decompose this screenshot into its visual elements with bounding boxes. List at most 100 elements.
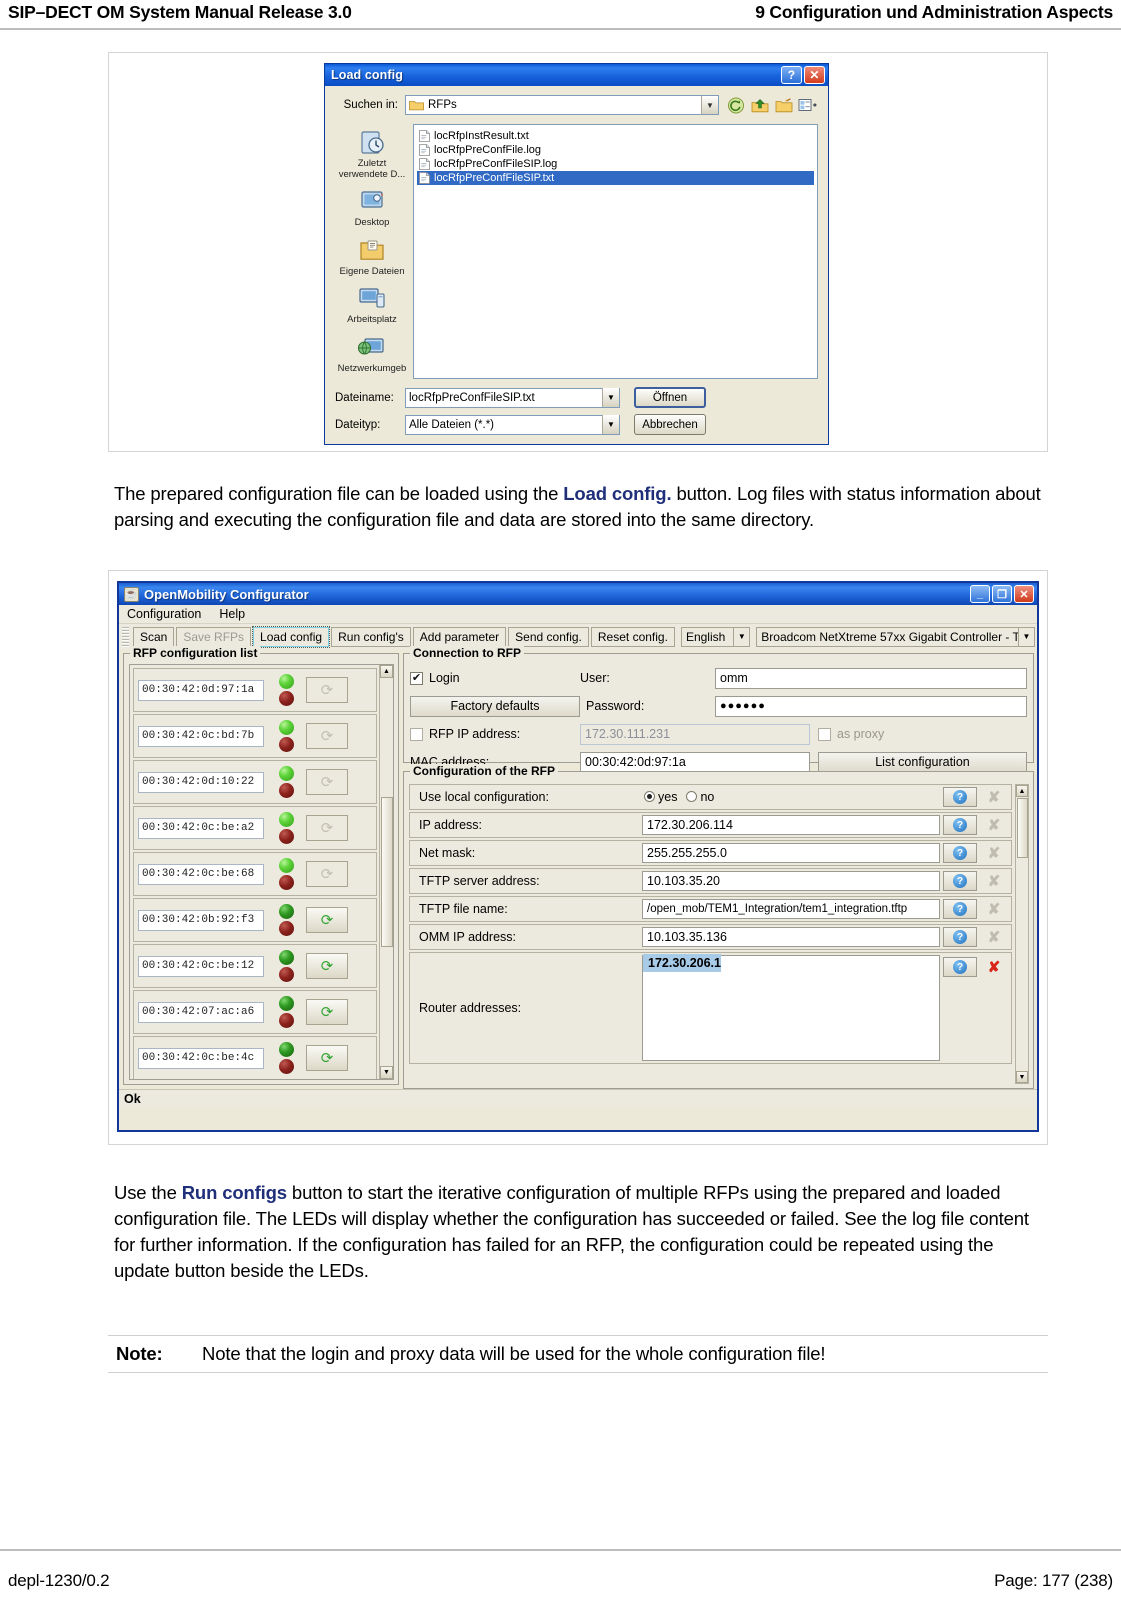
place-recent-documents[interactable]: Zuletzt verwendete D...	[336, 128, 408, 180]
rfp-row[interactable]: 00:30:42:0d:10:22 ⟳	[133, 760, 377, 804]
load-config-button[interactable]: Load config	[252, 625, 331, 648]
rfp-row[interactable]: 00:30:42:0c:be:a2 ⟳	[133, 806, 377, 850]
rfp-mac-field[interactable]: 00:30:42:0c:be:12	[138, 955, 264, 977]
router-address-item-selected[interactable]: 172.30.206.1	[643, 954, 721, 972]
rfp-row[interactable]: 00:30:42:07:ac:a6 ⟳	[133, 990, 377, 1034]
scrollbar-thumb[interactable]	[380, 797, 393, 947]
help-button[interactable]: ?	[943, 815, 977, 835]
chevron-down-icon[interactable]: ▼	[733, 627, 749, 646]
place-my-documents[interactable]: Eigene Dateien	[336, 236, 408, 278]
place-my-computer[interactable]: Arbeitsplatz	[336, 284, 408, 326]
scan-button[interactable]: Scan	[133, 626, 175, 647]
rfp-update-button[interactable]: ⟳	[306, 1045, 348, 1071]
open-button[interactable]: Öffnen	[634, 387, 706, 408]
login-checkbox[interactable]: ✔	[410, 671, 423, 685]
rfp-mac-field[interactable]: 00:30:42:0c:be:4c	[138, 1047, 264, 1069]
tftp-file-name-input[interactable]: /open_mob/TEM1_Integration/tem1_integrat…	[642, 899, 940, 919]
scroll-down-icon[interactable]: ▼	[1016, 1071, 1028, 1083]
as-proxy-checkbox[interactable]	[818, 727, 831, 741]
help-button[interactable]: ?	[943, 927, 977, 947]
rfp-mac-field[interactable]: 00:30:42:0d:10:22	[138, 771, 264, 793]
rfp-row[interactable]: 00:30:42:0d:97:1a ⟳	[133, 668, 377, 712]
toolbar-drag-handle[interactable]	[122, 626, 129, 647]
rfp-mac-field[interactable]: 00:30:42:07:ac:a6	[138, 1001, 264, 1023]
rfp-config-scrollbar[interactable]: ▲ ▼	[1015, 784, 1029, 1084]
maximize-button[interactable]: ❐	[992, 585, 1012, 603]
omm-ip-address-input[interactable]: 10.103.35.136	[642, 927, 940, 947]
add-parameter-button[interactable]: Add parameter	[412, 626, 507, 647]
factory-defaults-button[interactable]: Factory defaults	[410, 695, 580, 717]
send-config-button[interactable]: Send config.	[508, 626, 589, 647]
tftp-server-address-input[interactable]: 10.103.35.20	[642, 871, 940, 891]
login-checkbox-cell[interactable]: ✔ Login	[410, 671, 580, 685]
help-button[interactable]: ?	[943, 843, 977, 863]
chevron-down-icon[interactable]: ▼	[1018, 627, 1034, 646]
rfp-mac-field[interactable]: 00:30:42:0c:be:68	[138, 863, 264, 885]
scroll-down-icon[interactable]: ▼	[380, 1066, 393, 1079]
scroll-up-icon[interactable]: ▲	[380, 665, 393, 678]
rfp-update-button[interactable]: ⟳	[306, 953, 348, 979]
help-button[interactable]: ?	[943, 899, 977, 919]
back-icon[interactable]	[726, 96, 746, 115]
rfp-mac-field[interactable]: 00:30:42:0d:97:1a	[138, 679, 264, 701]
look-in-combo[interactable]: RFPs ▼	[405, 95, 719, 115]
minimize-button[interactable]: _	[970, 585, 990, 603]
rfp-mac-field[interactable]: 00:30:42:0b:92:f3	[138, 909, 264, 931]
rfp-list-rows: 00:30:42:0d:97:1a ⟳ 00:30:42:0c:bd:7b ⟳ …	[130, 665, 379, 1079]
chevron-down-icon[interactable]: ▼	[602, 415, 619, 434]
rfp-row[interactable]: 00:30:42:0c:be:68 ⟳	[133, 852, 377, 896]
mac-address-input[interactable]: 00:30:42:0d:97:1a	[580, 751, 810, 773]
list-item[interactable]: locRfpPreConfFileSIP.log	[417, 157, 814, 171]
rfp-row[interactable]: 00:30:42:0c:bd:7b ⟳	[133, 714, 377, 758]
list-configuration-button[interactable]: List configuration	[818, 751, 1027, 773]
filetype-combo[interactable]: Alle Dateien (*.*) ▼	[405, 414, 620, 435]
rfp-row[interactable]: 00:30:42:0c:be:4c ⟳	[133, 1036, 377, 1079]
run-configs-button[interactable]: Run config's	[331, 626, 411, 647]
password-input[interactable]: ●●●●●●	[715, 695, 1027, 717]
rfp-list-scrollbar[interactable]: ▲ ▼	[379, 665, 393, 1079]
help-button[interactable]: ?	[943, 787, 977, 807]
place-desktop[interactable]: Desktop	[336, 187, 408, 229]
net-mask-input[interactable]: 255.255.255.0	[642, 843, 940, 863]
close-button[interactable]: ✕	[804, 66, 825, 84]
delete-button[interactable]: ✘	[979, 957, 1009, 977]
help-button[interactable]: ?	[781, 66, 802, 84]
chevron-down-icon[interactable]: ▼	[701, 96, 718, 114]
help-button[interactable]: ?	[943, 871, 977, 891]
rfp-row[interactable]: 00:30:42:0c:be:12 ⟳	[133, 944, 377, 988]
rfp-ip-checkbox[interactable]	[410, 727, 423, 741]
chevron-down-icon[interactable]: ▼	[602, 388, 619, 407]
network-adapter-select[interactable]: Broadcom NetXtreme 57xx Gigabit Controll…	[756, 626, 1035, 647]
up-one-level-icon[interactable]	[750, 96, 770, 115]
rfp-ip-checkbox-cell[interactable]: RFP IP address:	[410, 727, 580, 741]
cancel-button[interactable]: Abbrechen	[634, 414, 706, 435]
language-select[interactable]: English ▼	[680, 626, 751, 647]
as-proxy-cell[interactable]: as proxy	[810, 727, 1027, 741]
rfp-row[interactable]: 00:30:42:0b:92:f3 ⟳	[133, 898, 377, 942]
reset-config-button[interactable]: Reset config.	[590, 626, 675, 647]
rfp-mac-field[interactable]: 00:30:42:0c:be:a2	[138, 817, 264, 839]
rfp-update-button[interactable]: ⟳	[306, 907, 348, 933]
help-button[interactable]: ?	[943, 957, 977, 977]
list-item[interactable]: locRfpInstResult.txt	[417, 129, 814, 143]
place-network[interactable]: Netzwerkumgeb	[336, 333, 408, 375]
menu-item-help[interactable]: Help	[219, 607, 245, 621]
rfp-update-button[interactable]: ⟳	[306, 999, 348, 1025]
rfp-mac-field[interactable]: 00:30:42:0c:bd:7b	[138, 725, 264, 747]
router-addresses-list[interactable]: 172.30.206.1	[642, 954, 940, 1061]
close-button[interactable]: ✕	[1014, 585, 1034, 603]
menu-item-configuration[interactable]: Configuration	[127, 607, 201, 621]
user-input[interactable]: omm	[715, 667, 1027, 689]
scroll-up-icon[interactable]: ▲	[1016, 785, 1028, 797]
scrollbar-thumb[interactable]	[1016, 798, 1028, 858]
filename-input[interactable]: locRfpPreConfFileSIP.txt ▼	[405, 387, 620, 408]
ip-address-input[interactable]: 172.30.206.114	[642, 815, 940, 835]
list-item[interactable]: locRfpPreConfFile.log	[417, 143, 814, 157]
config-row-value: 10.103.35.20	[642, 871, 940, 891]
radio-yes[interactable]: yes	[644, 790, 677, 804]
new-folder-icon[interactable]	[774, 96, 794, 115]
list-item-selected[interactable]: locRfpPreConfFileSIP.txt	[417, 171, 814, 185]
views-icon[interactable]	[798, 96, 818, 115]
file-list[interactable]: locRfpInstResult.txt locRfpPreConfFile.l…	[413, 124, 818, 379]
radio-no[interactable]: no	[686, 790, 714, 804]
